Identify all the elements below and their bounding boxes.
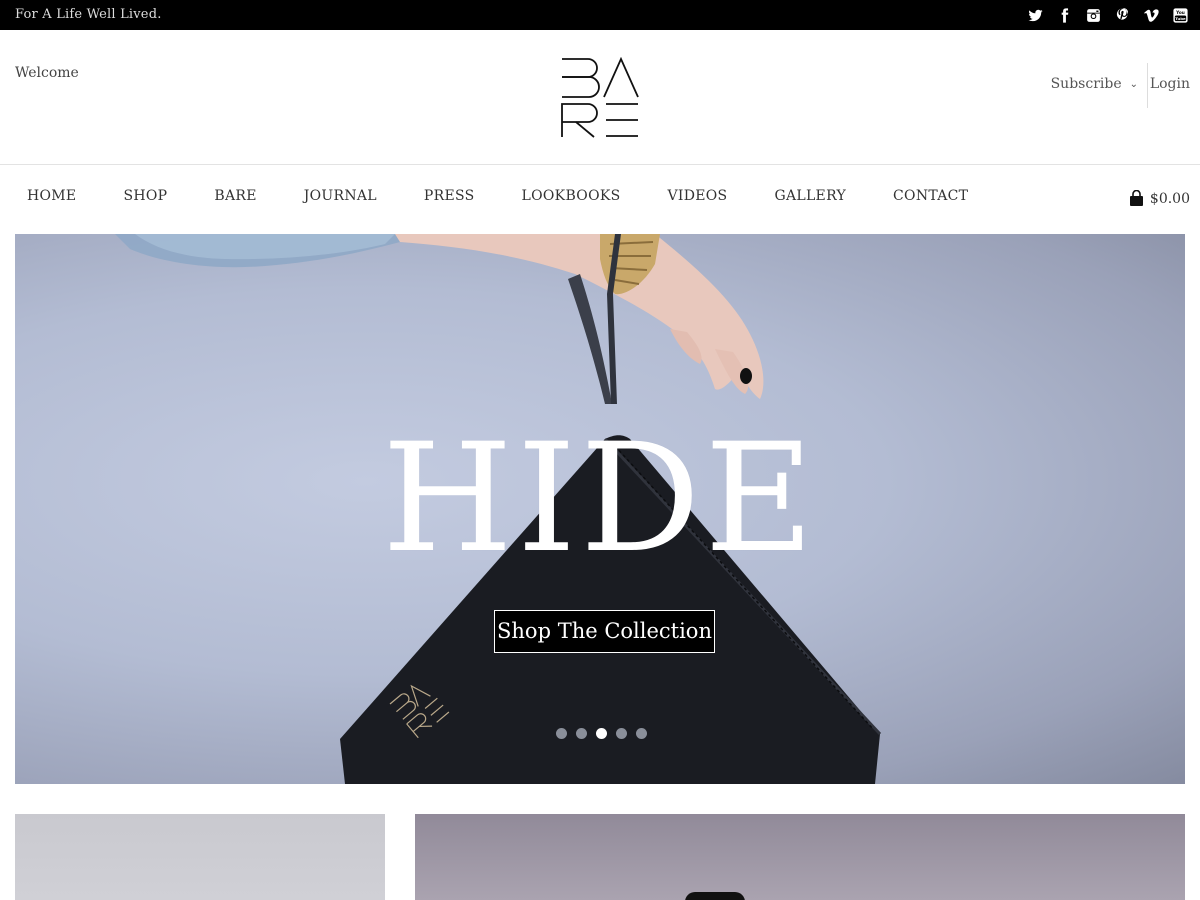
nav-item-lookbooks[interactable]: LOOKBOOKS bbox=[522, 188, 621, 204]
instagram-icon[interactable] bbox=[1084, 6, 1103, 25]
nav-item-videos[interactable]: VIDEOS bbox=[668, 188, 728, 204]
main-nav: HOME SHOP BARE JOURNAL PRESS LOOKBOOKS V… bbox=[0, 166, 1200, 234]
subscribe-dropdown[interactable]: Subscribe ⌄ bbox=[1051, 76, 1148, 92]
nav-item-home[interactable]: HOME bbox=[27, 188, 76, 204]
site-header: Welcome Subscribe ⌄ Login bbox=[0, 30, 1200, 165]
nav-item-gallery[interactable]: GALLERY bbox=[774, 188, 846, 204]
shop-collection-button[interactable]: Shop The Collection bbox=[494, 610, 715, 653]
slide-dot-5[interactable] bbox=[636, 728, 647, 739]
hero-title: HIDE bbox=[382, 412, 818, 586]
nav-item-shop[interactable]: SHOP bbox=[123, 188, 167, 204]
slide-dot-2[interactable] bbox=[576, 728, 587, 739]
nav-item-journal[interactable]: JOURNAL bbox=[304, 188, 377, 204]
header-divider bbox=[1147, 63, 1148, 108]
slide-dot-1[interactable] bbox=[556, 728, 567, 739]
shopping-bag-icon bbox=[1129, 190, 1143, 206]
vimeo-icon[interactable] bbox=[1142, 6, 1161, 25]
nav-item-contact[interactable]: CONTACT bbox=[893, 188, 968, 204]
product-image bbox=[685, 892, 745, 900]
twitter-icon[interactable] bbox=[1026, 6, 1045, 25]
svg-text:You: You bbox=[1175, 10, 1185, 16]
top-bar: For A Life Well Lived. You Tube bbox=[0, 0, 1200, 30]
chevron-down-icon: ⌄ bbox=[1129, 78, 1138, 90]
subscribe-label: Subscribe bbox=[1050, 76, 1122, 92]
welcome-text: Welcome bbox=[15, 65, 79, 81]
hero-slider: HIDE Shop The Collection bbox=[15, 234, 1185, 784]
pinterest-icon[interactable] bbox=[1113, 6, 1132, 25]
facebook-icon[interactable] bbox=[1055, 6, 1074, 25]
svg-text:Tube: Tube bbox=[1175, 16, 1186, 21]
slide-dot-3[interactable] bbox=[596, 728, 607, 739]
nav-item-bare[interactable]: BARE bbox=[214, 188, 256, 204]
tagline: For A Life Well Lived. bbox=[15, 7, 162, 22]
cart-button[interactable]: $0.00 bbox=[1129, 190, 1190, 207]
social-links: You Tube bbox=[1026, 5, 1190, 25]
slider-pagination bbox=[556, 728, 647, 739]
nav-item-press[interactable]: PRESS bbox=[424, 188, 475, 204]
feature-tile-left[interactable] bbox=[15, 814, 385, 900]
youtube-icon[interactable]: You Tube bbox=[1171, 6, 1190, 25]
cart-total: $0.00 bbox=[1149, 190, 1190, 207]
bare-logo[interactable] bbox=[558, 57, 642, 139]
feature-tile-right[interactable] bbox=[415, 814, 1185, 900]
login-link[interactable]: Login bbox=[1150, 76, 1190, 92]
slide-dot-4[interactable] bbox=[616, 728, 627, 739]
